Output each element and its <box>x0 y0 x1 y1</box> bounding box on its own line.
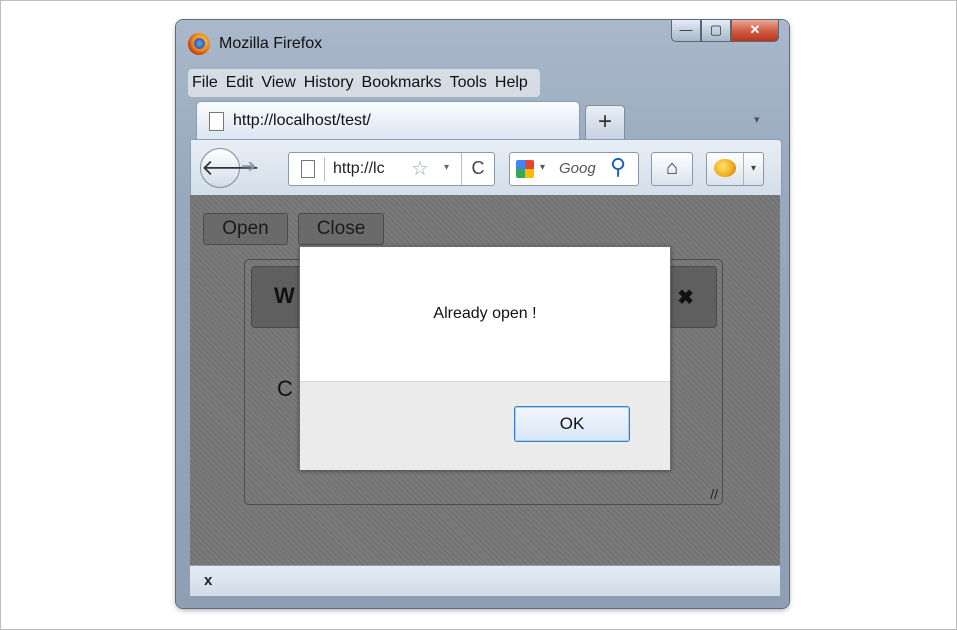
add-on-bar: x <box>190 565 780 596</box>
menu-help[interactable]: Help <box>495 74 528 92</box>
title-bar[interactable]: Mozilla Firefox — ▢ ✕ <box>176 20 789 64</box>
search-input[interactable]: Goog <box>559 160 607 177</box>
back-button[interactable]: 🡐 <box>200 148 260 188</box>
menu-tools[interactable]: Tools <box>450 74 487 92</box>
reload-button[interactable]: C <box>461 153 494 185</box>
close-window-button[interactable]: ✕ <box>731 20 779 42</box>
menu-view[interactable]: View <box>261 74 295 92</box>
history-dropdown-icon[interactable]: ▾ <box>444 162 449 173</box>
google-icon[interactable] <box>516 160 534 178</box>
alert-message: Already open ! <box>433 305 537 322</box>
forward-button[interactable]: ➔ <box>241 156 256 177</box>
page-dialog-text: C <box>277 376 293 401</box>
home-button[interactable]: ⌂ <box>651 152 693 186</box>
menu-history[interactable]: History <box>304 74 354 92</box>
bookmark-star-icon[interactable]: ☆ <box>411 156 429 181</box>
maximize-button[interactable]: ▢ <box>701 20 731 42</box>
firebug-icon <box>714 159 736 177</box>
search-engine-dropdown-icon[interactable]: ▾ <box>540 162 545 173</box>
tab-label: http://localhost/test/ <box>233 112 371 129</box>
menu-bar: File Edit View History Bookmarks Tools H… <box>188 69 540 97</box>
navigation-toolbar: 🡐 ➔ http://lc ☆ ▾ C ▾ Goog ⚲ ⌂ ▾ <box>190 139 782 197</box>
close-addon-bar-icon[interactable]: x <box>204 572 212 589</box>
page-dialog-title: W <box>274 283 295 308</box>
url-bar[interactable]: http://lc ☆ ▾ C <box>288 152 495 186</box>
firefox-logo-icon <box>188 33 210 55</box>
close-button[interactable]: Close <box>298 213 384 245</box>
page-icon <box>301 160 315 178</box>
tab-bar: http://localhost/test/ + ▾ <box>190 101 789 140</box>
menu-file[interactable]: File <box>192 74 218 92</box>
window-title: Mozilla Firefox <box>219 35 323 52</box>
caption-buttons: — ▢ ✕ <box>671 20 779 42</box>
menu-bookmarks[interactable]: Bookmarks <box>362 74 442 92</box>
addon-dropdown-icon[interactable]: ▾ <box>743 153 763 185</box>
page-icon <box>209 112 224 131</box>
search-icon[interactable]: ⚲ <box>610 154 626 180</box>
page-dialog-close-icon[interactable]: ✖ <box>677 285 694 310</box>
url-input[interactable]: http://lc <box>333 160 403 178</box>
ok-button[interactable]: OK <box>514 406 630 442</box>
list-all-tabs-icon[interactable]: ▾ <box>754 113 760 126</box>
minimize-button[interactable]: — <box>671 20 701 42</box>
new-tab-button[interactable]: + <box>585 105 625 139</box>
search-bar[interactable]: ▾ Goog ⚲ <box>509 152 639 186</box>
tab-localhost-test[interactable]: http://localhost/test/ <box>196 101 580 140</box>
alert-footer: OK <box>300 381 670 470</box>
open-button[interactable]: Open <box>203 213 288 245</box>
alert-dialog: Already open ! OK <box>299 246 671 470</box>
menu-edit[interactable]: Edit <box>226 74 254 92</box>
url-divider <box>324 157 325 181</box>
resize-grip-icon[interactable]: // <box>710 486 718 502</box>
addon-button[interactable]: ▾ <box>706 152 764 186</box>
